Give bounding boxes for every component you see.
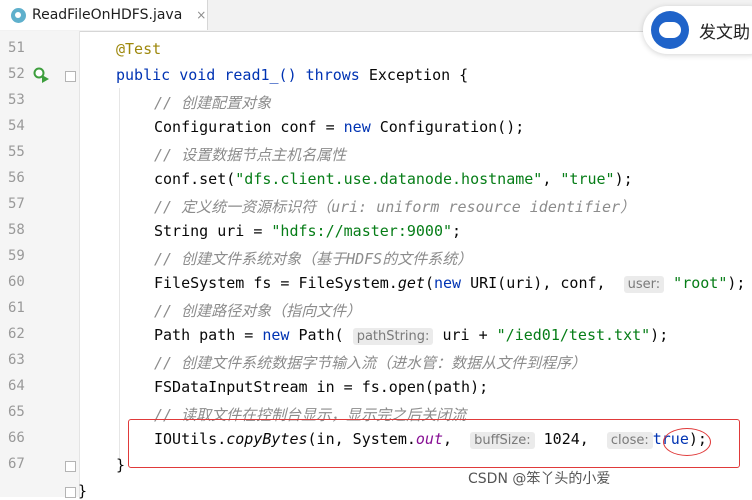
annotation-token: @Test bbox=[116, 40, 162, 58]
code-token: Configuration(); bbox=[370, 118, 525, 136]
code-token: , bbox=[542, 170, 561, 188]
editor-tab-bar: ReadFileOnHDFS.java × bbox=[0, 0, 752, 32]
string-token: "hdfs://master:9000" bbox=[271, 222, 453, 240]
code-token: ; bbox=[452, 222, 462, 240]
keyword-token: public bbox=[116, 66, 171, 84]
line-number: 57 bbox=[8, 196, 25, 212]
string-token: "dfs.client.use.datanode.hostname" bbox=[235, 170, 543, 188]
code-line-59[interactable]: // 创建文件系统对象（基于HDFS的文件系统） bbox=[154, 248, 472, 269]
param-hint-pathstring: pathString: bbox=[352, 328, 434, 345]
code-line-51[interactable]: @Test bbox=[116, 40, 161, 58]
code-line-53[interactable]: // 创建配置对象 bbox=[154, 92, 271, 113]
string-token: "/ied01/test.txt" bbox=[496, 326, 651, 344]
code-token: uri + bbox=[433, 326, 497, 344]
comment-token: // 创建文件系统对象（基于HDFS的文件系统） bbox=[154, 250, 473, 268]
line-number: 51 bbox=[8, 40, 25, 56]
indent-guide bbox=[119, 88, 120, 459]
code-token: Configuration conf = bbox=[154, 118, 344, 136]
code-token: ); bbox=[727, 274, 746, 292]
code-line-67[interactable]: } bbox=[116, 456, 125, 474]
param-hint-user: user: bbox=[623, 276, 665, 293]
code-token: ); bbox=[650, 326, 669, 344]
code-token: conf.set( bbox=[154, 170, 236, 188]
code-line-63[interactable]: // 创建文件系统数据字节输入流（进水管：数据从文件到程序） bbox=[154, 352, 586, 373]
line-number: 62 bbox=[8, 326, 25, 342]
keyword-token: throws bbox=[305, 66, 360, 84]
code-token: ); bbox=[614, 170, 633, 188]
method-name-token: read1_() bbox=[224, 66, 297, 84]
code-line-60[interactable]: FileSystem fs = FileSystem.get(new URI(u… bbox=[154, 274, 746, 293]
keyword-token: new bbox=[343, 118, 371, 136]
code-token: URI(uri), conf, bbox=[461, 274, 615, 292]
code-token: String uri = bbox=[154, 222, 272, 240]
java-class-icon bbox=[11, 7, 26, 23]
code-line-52[interactable]: public void read1_() throws Exception { bbox=[116, 66, 468, 84]
code-line-68[interactable]: } bbox=[78, 482, 87, 500]
fold-marker[interactable] bbox=[65, 71, 76, 82]
comment-token: // 创建路径对象（指向文件） bbox=[154, 302, 362, 320]
highlight-circle bbox=[663, 428, 711, 456]
code-token: FSDataInputStream in = fs.open(path); bbox=[154, 378, 489, 396]
keyword-token: void bbox=[179, 66, 216, 84]
run-test-icon[interactable] bbox=[33, 67, 50, 83]
assistant-logo-icon bbox=[651, 11, 689, 49]
keyword-token: new bbox=[433, 274, 462, 292]
floating-assistant-widget[interactable]: 发文助 bbox=[643, 6, 752, 54]
line-number: 53 bbox=[8, 92, 25, 108]
code-line-64[interactable]: FSDataInputStream in = fs.open(path); bbox=[154, 378, 488, 396]
fold-marker[interactable] bbox=[65, 461, 76, 472]
code-line-62[interactable]: Path path = new Path( pathString: uri + … bbox=[154, 326, 669, 345]
tab-title: ReadFileOnHDFS.java bbox=[32, 7, 183, 23]
comment-token: // 定义统一资源标识符（uri: uniform resource ident… bbox=[154, 198, 636, 216]
code-token: Exception { bbox=[368, 66, 469, 84]
code-token: Path path = bbox=[154, 326, 263, 344]
line-number: 56 bbox=[8, 170, 25, 186]
fold-marker[interactable] bbox=[65, 487, 76, 498]
code-line-55[interactable]: // 设置数据节点主机名属性 bbox=[154, 144, 346, 165]
line-number: 59 bbox=[8, 248, 25, 264]
code-token: } bbox=[78, 482, 88, 500]
line-number: 54 bbox=[8, 118, 25, 134]
code-line-56[interactable]: conf.set("dfs.client.use.datanode.hostna… bbox=[154, 170, 633, 188]
code-line-61[interactable]: // 创建路径对象（指向文件） bbox=[154, 300, 361, 321]
line-number: 66 bbox=[8, 430, 25, 446]
line-number: 64 bbox=[8, 378, 25, 394]
line-number: 61 bbox=[8, 300, 25, 316]
line-number: 55 bbox=[8, 144, 25, 160]
code-token: } bbox=[116, 456, 126, 474]
watermark: CSDN @笨丫头的小爱 bbox=[468, 471, 611, 487]
line-number: 67 bbox=[8, 456, 25, 472]
close-icon[interactable]: × bbox=[196, 8, 206, 22]
keyword-token: new bbox=[262, 326, 290, 344]
line-number: 52 bbox=[8, 66, 25, 82]
code-line-58[interactable]: String uri = "hdfs://master:9000"; bbox=[154, 222, 461, 240]
comment-token: // 设置数据节点主机名属性 bbox=[154, 146, 347, 164]
code-token: FileSystem fs = FileSystem. bbox=[154, 274, 398, 292]
code-token: ( bbox=[424, 274, 434, 292]
line-number: 65 bbox=[8, 404, 25, 420]
code-token: Path( bbox=[289, 326, 344, 344]
assistant-label: 发文助 bbox=[699, 22, 750, 43]
comment-token: // 创建文件系统数据字节输入流（进水管：数据从文件到程序） bbox=[154, 354, 587, 372]
code-line-57[interactable]: // 定义统一资源标识符（uri: uniform resource ident… bbox=[154, 196, 635, 217]
line-number: 63 bbox=[8, 352, 25, 368]
line-number: 60 bbox=[8, 274, 25, 290]
code-line-54[interactable]: Configuration conf = new Configuration()… bbox=[154, 118, 524, 136]
comment-token: // 创建配置对象 bbox=[154, 94, 272, 112]
line-number: 58 bbox=[8, 222, 25, 238]
string-token: "true" bbox=[560, 170, 615, 188]
string-token: "root" bbox=[673, 274, 728, 292]
method-token: get bbox=[397, 274, 425, 292]
highlight-box bbox=[128, 419, 740, 468]
tab-readfileonhdfs[interactable]: ReadFileOnHDFS.java × bbox=[0, 0, 208, 30]
